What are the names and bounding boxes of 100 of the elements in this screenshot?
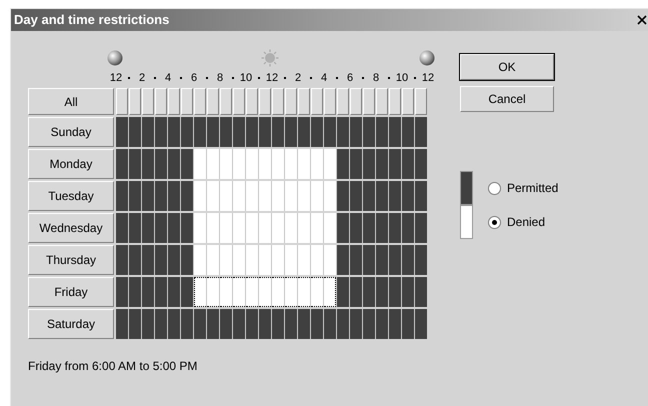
- cancel-button[interactable]: Cancel: [460, 86, 554, 112]
- time-slot-cell[interactable]: [311, 245, 323, 275]
- time-slot-cell[interactable]: [220, 213, 232, 243]
- time-slot-cell[interactable]: [207, 213, 219, 243]
- hour-column-button[interactable]: [233, 88, 245, 115]
- time-slot-cell[interactable]: [350, 309, 362, 339]
- time-slot-cell[interactable]: [155, 309, 167, 339]
- time-slot-cell[interactable]: [246, 213, 258, 243]
- time-slot-cell[interactable]: [337, 117, 349, 147]
- day-button[interactable]: Tuesday: [28, 181, 114, 211]
- hour-column-button[interactable]: [376, 88, 388, 115]
- time-slot-cell[interactable]: [259, 149, 271, 179]
- time-slot-cell[interactable]: [311, 277, 323, 307]
- time-slot-cell[interactable]: [298, 213, 310, 243]
- time-slot-cell[interactable]: [402, 277, 414, 307]
- time-slot-cell[interactable]: [233, 149, 245, 179]
- hour-column-button[interactable]: [350, 88, 362, 115]
- time-slot-cell[interactable]: [272, 245, 284, 275]
- hour-column-button[interactable]: [415, 88, 427, 115]
- time-slot-cell[interactable]: [298, 245, 310, 275]
- time-slot-cell[interactable]: [389, 181, 401, 211]
- all-button[interactable]: All: [28, 88, 114, 115]
- time-slot-cell[interactable]: [194, 149, 206, 179]
- time-slot-cell[interactable]: [259, 277, 271, 307]
- time-slot-cell[interactable]: [155, 213, 167, 243]
- time-slot-cell[interactable]: [168, 277, 180, 307]
- time-slot-cell[interactable]: [142, 181, 154, 211]
- time-slot-cell[interactable]: [389, 245, 401, 275]
- time-slot-cell[interactable]: [337, 213, 349, 243]
- time-slot-cell[interactable]: [337, 309, 349, 339]
- hour-column-button[interactable]: [272, 88, 284, 115]
- time-slot-cell[interactable]: [298, 117, 310, 147]
- time-slot-cell[interactable]: [324, 309, 336, 339]
- time-slot-cell[interactable]: [272, 117, 284, 147]
- time-slot-cell[interactable]: [272, 277, 284, 307]
- time-slot-cell[interactable]: [233, 213, 245, 243]
- day-button[interactable]: Saturday: [28, 309, 114, 339]
- time-slot-cell[interactable]: [272, 309, 284, 339]
- time-slot-cell[interactable]: [116, 213, 128, 243]
- time-slot-cell[interactable]: [402, 117, 414, 147]
- time-slot-cell[interactable]: [324, 213, 336, 243]
- time-slot-cell[interactable]: [129, 213, 141, 243]
- time-slot-cell[interactable]: [181, 181, 193, 211]
- time-slot-cell[interactable]: [350, 245, 362, 275]
- time-slot-cell[interactable]: [155, 117, 167, 147]
- hour-column-button[interactable]: [194, 88, 206, 115]
- time-slot-cell[interactable]: [350, 117, 362, 147]
- time-slot-cell[interactable]: [129, 181, 141, 211]
- time-slot-cell[interactable]: [376, 117, 388, 147]
- time-slot-cell[interactable]: [129, 309, 141, 339]
- time-slot-cell[interactable]: [116, 117, 128, 147]
- time-slot-cell[interactable]: [181, 245, 193, 275]
- time-slot-cell[interactable]: [337, 149, 349, 179]
- time-slot-cell[interactable]: [350, 213, 362, 243]
- time-slot-cell[interactable]: [272, 149, 284, 179]
- hour-column-button[interactable]: [389, 88, 401, 115]
- time-slot-cell[interactable]: [194, 245, 206, 275]
- time-slot-cell[interactable]: [246, 245, 258, 275]
- time-slot-cell[interactable]: [402, 309, 414, 339]
- time-slot-cell[interactable]: [129, 245, 141, 275]
- time-slot-cell[interactable]: [363, 277, 375, 307]
- time-slot-cell[interactable]: [402, 181, 414, 211]
- time-slot-cell[interactable]: [259, 117, 271, 147]
- time-slot-cell[interactable]: [220, 149, 232, 179]
- time-slot-cell[interactable]: [181, 149, 193, 179]
- time-slot-cell[interactable]: [207, 181, 219, 211]
- time-slot-cell[interactable]: [376, 181, 388, 211]
- hour-column-button[interactable]: [129, 88, 141, 115]
- time-slot-cell[interactable]: [207, 309, 219, 339]
- time-slot-cell[interactable]: [168, 309, 180, 339]
- time-slot-cell[interactable]: [233, 277, 245, 307]
- time-slot-cell[interactable]: [116, 149, 128, 179]
- time-slot-cell[interactable]: [194, 277, 206, 307]
- time-slot-cell[interactable]: [376, 277, 388, 307]
- time-slot-cell[interactable]: [116, 309, 128, 339]
- radio-button[interactable]: [488, 216, 501, 228]
- time-slot-cell[interactable]: [415, 309, 427, 339]
- time-slot-cell[interactable]: [181, 309, 193, 339]
- time-slot-cell[interactable]: [142, 277, 154, 307]
- time-slot-cell[interactable]: [207, 117, 219, 147]
- time-slot-cell[interactable]: [142, 149, 154, 179]
- time-slot-cell[interactable]: [142, 245, 154, 275]
- time-slot-cell[interactable]: [233, 117, 245, 147]
- hour-column-button[interactable]: [259, 88, 271, 115]
- time-slot-cell[interactable]: [311, 213, 323, 243]
- time-slot-cell[interactable]: [168, 245, 180, 275]
- time-slot-cell[interactable]: [194, 117, 206, 147]
- time-slot-cell[interactable]: [389, 213, 401, 243]
- time-slot-cell[interactable]: [285, 309, 297, 339]
- time-slot-cell[interactable]: [246, 181, 258, 211]
- time-slot-cell[interactable]: [350, 149, 362, 179]
- hour-column-button[interactable]: [311, 88, 323, 115]
- day-button[interactable]: Wednesday: [28, 213, 114, 243]
- time-slot-cell[interactable]: [142, 213, 154, 243]
- time-slot-cell[interactable]: [246, 309, 258, 339]
- time-slot-cell[interactable]: [259, 213, 271, 243]
- time-slot-cell[interactable]: [155, 181, 167, 211]
- time-slot-cell[interactable]: [415, 213, 427, 243]
- time-slot-cell[interactable]: [272, 213, 284, 243]
- time-slot-cell[interactable]: [376, 149, 388, 179]
